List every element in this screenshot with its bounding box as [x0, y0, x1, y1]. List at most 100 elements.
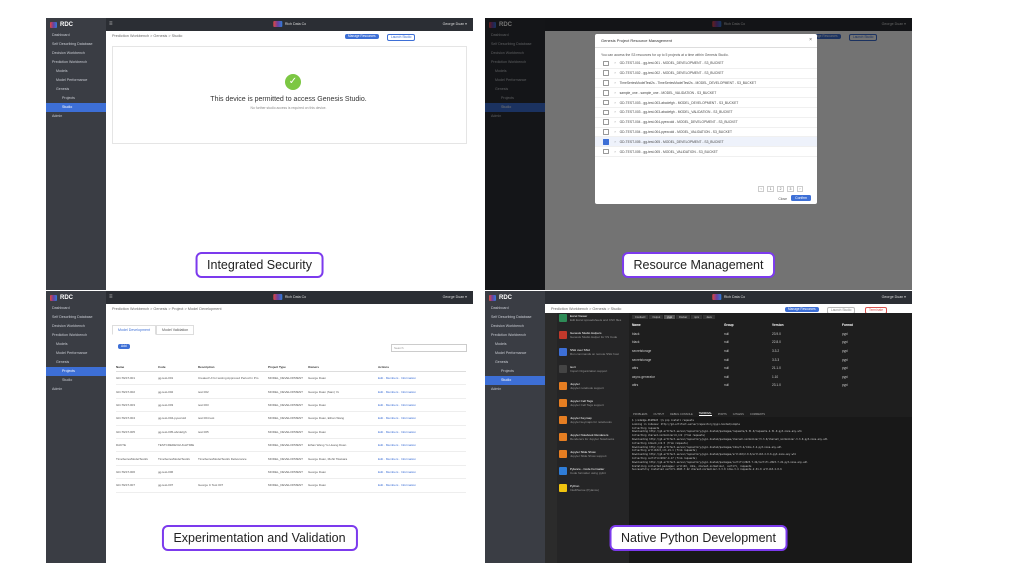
panel-tab[interactable]: DEBUG CONSOLE — [670, 413, 693, 416]
column-header[interactable]: Project Type — [268, 365, 308, 369]
sidebar-item-genesis[interactable]: Genesis — [485, 358, 545, 367]
row-actions[interactable]: Edit · Members · Information — [378, 376, 416, 380]
row-actions[interactable]: Edit · Members · Information — [378, 483, 416, 487]
package-row[interactable]: async-generator null 1.10 pypi — [629, 373, 912, 382]
sidebar-item-model-performance[interactable]: Model Performance — [46, 76, 106, 85]
extension-item[interactable]: Genesis Studio Helpers Genesis Studio Hel… — [557, 330, 629, 347]
tab-output[interactable]: Output — [649, 315, 664, 319]
column-header[interactable]: Name — [116, 365, 158, 369]
row-actions[interactable]: Edit · Members · Information — [378, 390, 416, 394]
sidebar-item-genesis[interactable]: Genesis — [46, 358, 106, 367]
chevron-right-icon[interactable]: › — [615, 91, 616, 95]
sidebar-item-models[interactable]: Models — [485, 340, 545, 349]
sidebar-item-self-describing[interactable]: Self Describing Database — [485, 313, 545, 322]
tab-docker[interactable]: Docker — [675, 315, 691, 319]
sidebar-item-dashboard[interactable]: Dashboard — [485, 304, 545, 313]
chevron-right-icon[interactable]: › — [615, 140, 616, 144]
prev-page-button[interactable]: ‹ — [758, 186, 765, 192]
sidebar-item-genesis[interactable]: Genesis — [46, 85, 106, 94]
close-button[interactable]: Close — [778, 197, 787, 201]
sidebar-item-model-performance[interactable]: Model Performance — [46, 349, 106, 358]
add-button[interactable]: Add — [118, 344, 130, 349]
package-row[interactable]: black null 22.8.0 pypi — [629, 338, 912, 347]
sidebar-item-projects[interactable]: Projects — [485, 367, 545, 376]
sidebar-item-decision[interactable]: Decision Workbench — [485, 322, 545, 331]
extension-item[interactable]: Jupyter Jupyter notebook support — [557, 381, 629, 398]
sidebar-item-projects[interactable]: Projects — [46, 94, 106, 103]
resource-row[interactable]: › GD-TEST-002 - gg-test-002 - MODEL_DEVEL… — [595, 69, 817, 79]
page-1-button[interactable]: 1 — [767, 186, 775, 192]
row-actions[interactable]: Edit · Members · Information — [378, 470, 416, 474]
chevron-right-icon[interactable]: › — [615, 120, 616, 124]
menu-icon[interactable]: ≡ — [109, 21, 113, 27]
menu-icon[interactable]: ≡ — [109, 294, 113, 300]
panel-tab[interactable]: PROBLEMS — [633, 413, 647, 416]
sidebar-item-prediction[interactable]: Prediction Workbench — [485, 331, 545, 340]
manage-resources-button[interactable]: Manage Resources — [785, 307, 819, 312]
row-actions[interactable]: Edit · Members · Information — [378, 457, 416, 461]
chevron-right-icon[interactable]: › — [615, 81, 616, 85]
package-row[interactable]: secretstorage null 3.3.2 pypi — [629, 347, 912, 356]
row-actions[interactable]: Edit · Members · Information — [378, 430, 416, 434]
chevron-right-icon[interactable]: › — [615, 61, 616, 65]
search-input[interactable]: Search — [391, 344, 467, 352]
resource-checkbox[interactable] — [603, 148, 609, 155]
sidebar-item-prediction[interactable]: Prediction Workbench — [46, 58, 106, 67]
extension-item[interactable]: Jupyter Keymap Jupyter keymaps for notebo… — [557, 415, 629, 432]
resource-row[interactable]: › TimeSeriesModelTest2s - TimeSeriesModel… — [595, 79, 817, 89]
extension-item[interactable]: Jupyter Cell Tags Jupyter Cell Tags suppo… — [557, 398, 629, 415]
sidebar-item-admin[interactable]: Admin — [46, 112, 106, 121]
user-menu[interactable]: George Duan ▾ — [882, 295, 906, 299]
package-row[interactable]: attrs null 21.1.0 pypi — [629, 364, 912, 373]
extension-item[interactable]: Jupyter Slide Show Jupyter Slide Show sup… — [557, 449, 629, 466]
sidebar-item-models[interactable]: Models — [46, 340, 106, 349]
sidebar-item-studio[interactable]: Studio — [46, 376, 106, 385]
tab-pypi[interactable]: pypi — [664, 315, 675, 319]
tab-conda[interactable]: Conda-D — [632, 315, 649, 319]
sidebar-item-dashboard[interactable]: Dashboard — [46, 304, 106, 313]
resource-checkbox[interactable] — [603, 80, 609, 86]
next-page-button[interactable]: › — [796, 186, 803, 192]
resource-row[interactable]: › GD-TEST-004 - gg-test-004-pyexcold - MO… — [595, 128, 817, 138]
chevron-right-icon[interactable]: › — [615, 130, 616, 134]
user-menu[interactable]: George Duan ▾ — [443, 22, 467, 26]
sidebar-item-dashboard[interactable]: Dashboard — [46, 31, 106, 40]
package-row[interactable]: attrs null 23.1.0 pypi — [629, 381, 912, 390]
extension-item[interactable]: Jupyter Notebook Renderers Renderers for … — [557, 432, 629, 449]
resource-checkbox[interactable] — [603, 119, 609, 125]
extension-item[interactable]: Pylance - Code Formatter Code formatter u… — [557, 466, 629, 483]
resource-checkbox[interactable] — [603, 60, 609, 67]
panel-tab[interactable]: GITLENS — [733, 413, 744, 416]
resource-checkbox[interactable] — [603, 90, 609, 96]
tab-java[interactable]: Java — [703, 315, 715, 319]
row-actions[interactable]: Edit · Members · Information — [378, 443, 416, 447]
resource-row[interactable]: › GD-TEST-005 - gg-test-005 - MODEL_VALID… — [595, 147, 817, 157]
confirm-button[interactable]: Confirm — [791, 195, 811, 201]
resource-checkbox[interactable] — [603, 70, 609, 76]
sidebar-item-decision[interactable]: Decision Workbench — [46, 322, 106, 331]
sidebar-item-decision[interactable]: Decision Workbench — [46, 49, 106, 58]
sidebar-item-prediction[interactable]: Prediction Workbench — [46, 331, 106, 340]
column-header[interactable]: Owners — [308, 365, 378, 369]
sidebar-item-projects[interactable]: Projects — [46, 367, 106, 376]
chevron-right-icon[interactable]: › — [615, 150, 616, 154]
page-3-button[interactable]: 3 — [786, 186, 794, 192]
close-icon[interactable]: × — [809, 37, 812, 43]
panel-tab[interactable]: COMMENTS — [750, 413, 765, 416]
extension-item[interactable]: Excel Viewer Edit Excel spreadsheets and … — [557, 313, 629, 330]
sidebar-item-studio[interactable]: Studio — [46, 103, 106, 112]
resource-row[interactable]: › GD-TEST-005 - gg-test-005 - MODEL_DEVEL… — [595, 137, 817, 148]
page-2-button[interactable]: 2 — [777, 186, 784, 192]
panel-tab[interactable]: OUTPUT — [653, 413, 664, 416]
row-actions[interactable]: Edit · Members · Information — [378, 416, 416, 420]
sidebar-item-models[interactable]: Models — [46, 67, 106, 76]
extension-item[interactable]: isort Import Organization support — [557, 364, 629, 381]
resource-checkbox[interactable] — [603, 99, 609, 106]
sidebar-item-studio[interactable]: Studio — [485, 376, 545, 385]
user-menu[interactable]: George Duan ▾ — [443, 295, 467, 299]
package-row[interactable]: secretstorage null 3.3.3 pypi — [629, 355, 912, 364]
package-row[interactable]: black null 23.9.0 pypi — [629, 330, 912, 339]
column-header[interactable]: Description — [198, 365, 268, 369]
chevron-right-icon[interactable]: › — [615, 101, 616, 105]
panel-tab[interactable]: PORTS — [718, 413, 727, 416]
